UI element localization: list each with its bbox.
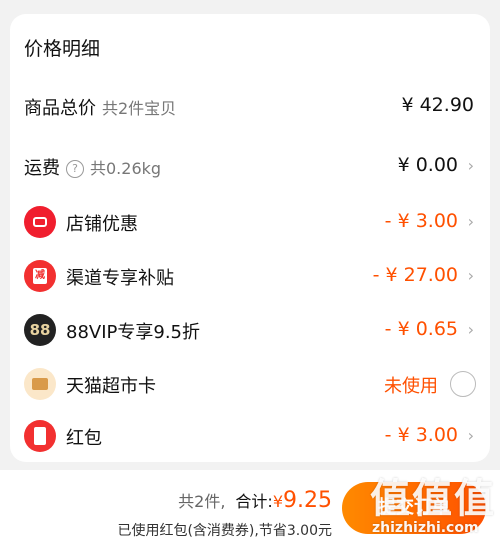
shipping-weight: 共0.26kg [90,159,162,178]
shop-discount-row[interactable]: 店铺优惠 - ¥ 3.00 › [10,202,490,242]
channel-subsidy-value: - ¥ 27.00 [372,264,458,286]
red-packet-label: 红包 [66,428,102,449]
vip-discount-label: 88VIP专享9.5折 [66,322,201,343]
shipping-value: ¥ 0.00 [397,154,458,176]
tmall-card-row[interactable]: 天猫超市卡 未使用 [10,364,490,404]
tmall-card-radio[interactable] [450,371,476,397]
saving-text: 已使用红包(含消费券),节省3.00元 [117,523,332,539]
red-packet-value: - ¥ 3.00 [384,424,458,446]
vip-discount-row[interactable]: 88 88VIP专享9.5折 - ¥ 0.65 › [10,310,490,350]
chevron-right-icon: › [467,266,474,285]
chevron-right-icon: › [467,156,474,175]
channel-subsidy-row[interactable]: 减 渠道专享补贴 - ¥ 27.00 › [10,256,490,296]
shipping-row[interactable]: 运费? 共0.26kg ¥ 0.00 › [10,146,490,186]
goods-count: 共2件宝贝 [102,99,177,118]
shop-discount-label: 店铺优惠 [66,214,138,235]
chevron-right-icon: › [467,426,474,445]
ticket-icon [24,206,56,238]
goods-total-label: 商品总价 [24,98,96,119]
total-line: 共2件, 合计:¥9.25 [178,488,332,513]
item-count: 共2件, [178,492,226,511]
red-packet-icon [24,420,56,452]
total-label: 合计: [235,492,273,511]
total-amount: 9.25 [283,488,332,513]
chevron-right-icon: › [467,320,474,339]
price-detail-card: 价格明细 商品总价 共2件宝贝 ¥ 42.90 运费? 共0.26kg ¥ 0.00… [10,14,490,462]
chevron-right-icon: › [467,212,474,231]
vip88-icon: 88 [24,314,56,346]
tmall-card-label: 天猫超市卡 [66,376,156,397]
watermark-logo: 值值值 [370,476,496,522]
total-currency: ¥ [272,492,284,511]
goods-total-value: ¥ 42.90 [401,94,474,116]
card-icon [24,368,56,400]
tmall-card-status: 未使用 [384,376,438,397]
shipping-label: 运费 [24,158,60,179]
red-packet-row[interactable]: 红包 - ¥ 3.00 › [10,416,490,456]
goods-total-row: 商品总价 共2件宝贝 ¥ 42.90 [10,86,490,126]
watermark-url: zhizhizhi.com [372,520,479,536]
section-title: 价格明细 [24,38,101,60]
subsidy-icon: 减 [24,260,56,292]
channel-subsidy-label: 渠道专享补贴 [66,268,174,289]
shop-discount-value: - ¥ 3.00 [384,210,458,232]
vip-discount-value: - ¥ 0.65 [384,318,458,340]
help-icon[interactable]: ? [66,160,84,178]
